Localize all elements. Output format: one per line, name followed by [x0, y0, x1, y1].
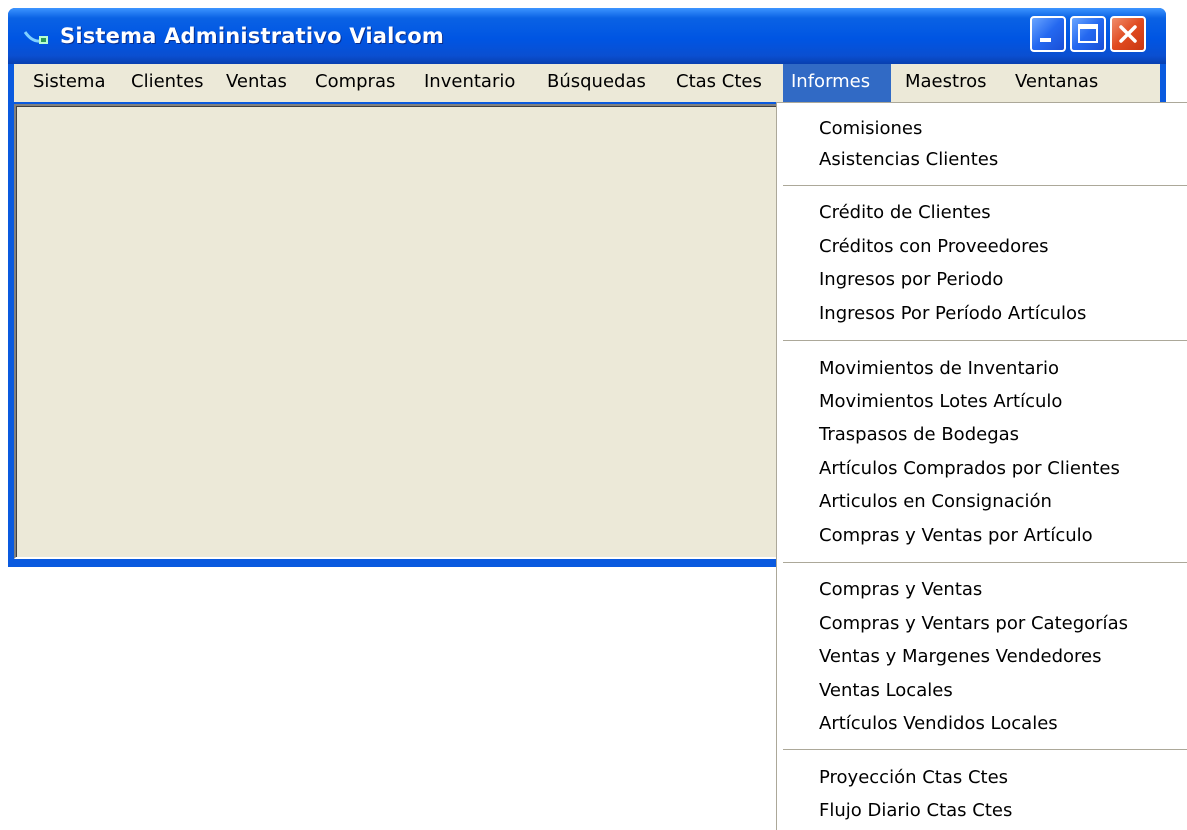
menu-option-ingresos-por-periodo-articulos[interactable]: Ingresos Por Período Artículos: [819, 298, 1086, 330]
informes-dropdown-menu: Comisiones Asistencias Clientes Crédito …: [776, 102, 1187, 830]
menu-ctas-ctes[interactable]: Ctas Ctes: [670, 64, 768, 102]
menu-bar: Sistema Clientes Ventas Compras Inventar…: [14, 64, 1160, 102]
menu-option-compras-y-ventas[interactable]: Compras y Ventas: [819, 574, 982, 606]
menu-option-movimientos-de-inventario[interactable]: Movimientos de Inventario: [819, 353, 1059, 385]
menu-sistema[interactable]: Sistema: [27, 64, 112, 102]
menu-option-ingresos-por-periodo[interactable]: Ingresos por Periodo: [819, 264, 1003, 296]
menu-clientes[interactable]: Clientes: [125, 64, 210, 102]
menu-option-asistencias-clientes[interactable]: Asistencias Clientes: [819, 144, 998, 176]
menu-maestros[interactable]: Maestros: [899, 64, 992, 102]
minimize-button[interactable]: [1030, 16, 1066, 52]
menu-separator: [783, 340, 1187, 341]
menu-separator: [783, 185, 1187, 186]
title-bar[interactable]: Sistema Administrativo Vialcom: [8, 8, 1166, 64]
menu-option-ventas-locales[interactable]: Ventas Locales: [819, 675, 953, 707]
menu-option-articulos-vendidos-locales[interactable]: Artículos Vendidos Locales: [819, 708, 1058, 740]
menu-option-articulos-en-consignacion[interactable]: Articulos en Consignación: [819, 486, 1052, 518]
menu-option-articulos-comprados-por-clientes[interactable]: Artículos Comprados por Clientes: [819, 453, 1120, 485]
vialcom-app-icon: [24, 31, 48, 44]
close-button[interactable]: [1110, 16, 1146, 52]
menu-option-flujo-diario-ctas-ctes[interactable]: Flujo Diario Ctas Ctes: [819, 795, 1012, 827]
menu-compras[interactable]: Compras: [309, 64, 401, 102]
menu-ventanas[interactable]: Ventanas: [1009, 64, 1104, 102]
menu-separator: [783, 749, 1187, 750]
menu-option-movimientos-lotes-articulo[interactable]: Movimientos Lotes Artículo: [819, 386, 1062, 418]
menu-separator: [783, 562, 1187, 563]
menu-informes[interactable]: Informes: [783, 64, 891, 102]
menu-busquedas[interactable]: Búsquedas: [541, 64, 652, 102]
minimize-icon: [1040, 38, 1051, 42]
menu-option-compras-y-ventas-por-articulo[interactable]: Compras y Ventas por Artículo: [819, 520, 1093, 552]
window-title: Sistema Administrativo Vialcom: [60, 24, 444, 48]
menu-inventario[interactable]: Inventario: [418, 64, 521, 102]
menu-option-creditos-con-proveedores[interactable]: Créditos con Proveedores: [819, 231, 1049, 263]
maximize-icon: [1078, 24, 1098, 43]
menu-option-credito-de-clientes[interactable]: Crédito de Clientes: [819, 197, 991, 229]
menu-option-compras-y-ventars-por-categorias[interactable]: Compras y Ventars por Categorías: [819, 608, 1128, 640]
menu-ventas[interactable]: Ventas: [220, 64, 293, 102]
menu-option-comisiones[interactable]: Comisiones: [819, 113, 922, 145]
close-icon: [1119, 25, 1137, 43]
maximize-button[interactable]: [1070, 16, 1106, 52]
menu-option-traspasos-de-bodegas[interactable]: Traspasos de Bodegas: [819, 419, 1019, 451]
menu-option-ventas-y-margenes-vendedores[interactable]: Ventas y Margenes Vendedores: [819, 641, 1101, 673]
menu-option-proyeccion-ctas-ctes[interactable]: Proyección Ctas Ctes: [819, 762, 1008, 794]
